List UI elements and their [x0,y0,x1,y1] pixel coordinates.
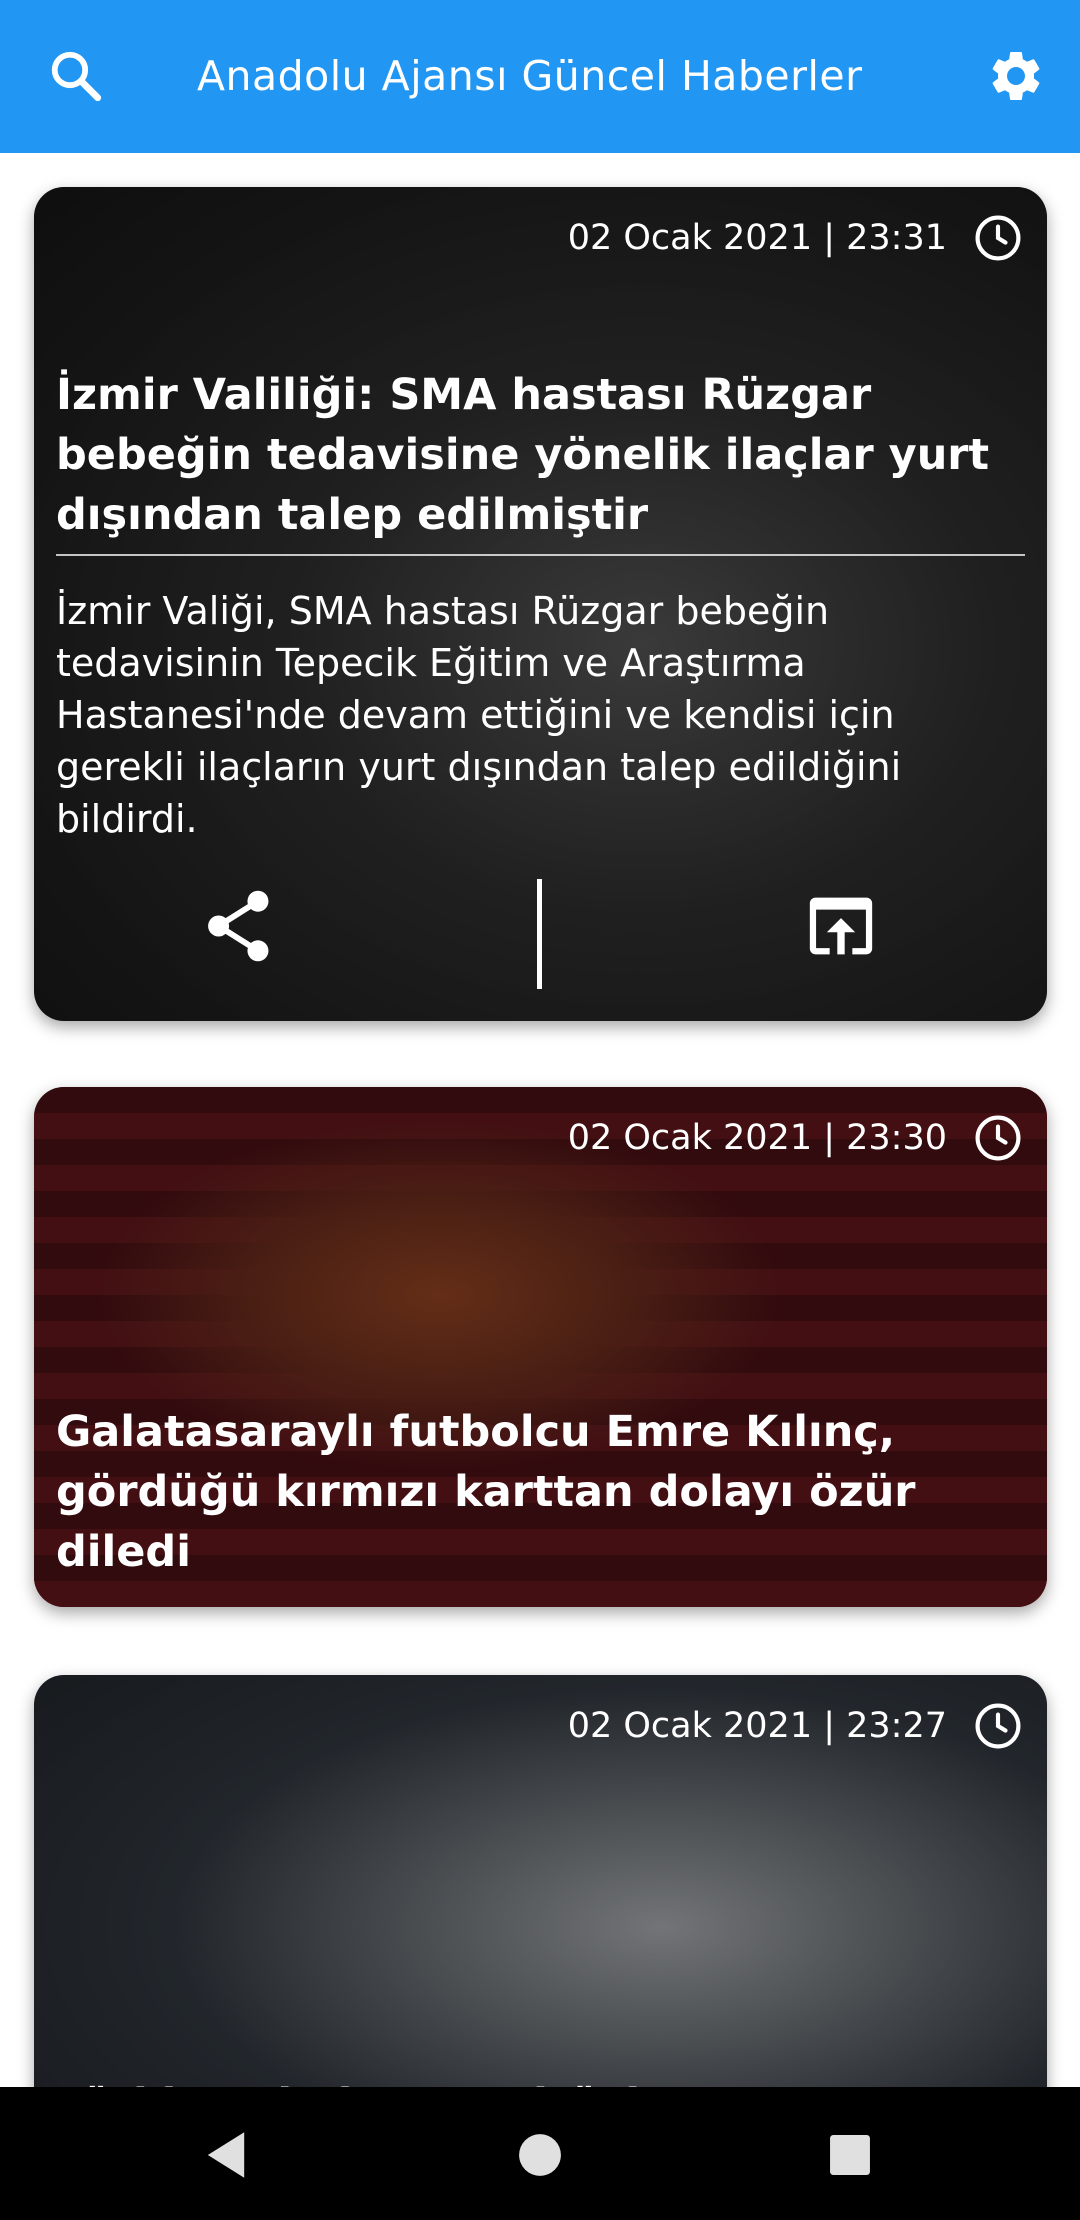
news-date-row: 02 Ocak 2021 | 23:31 [568,213,1023,263]
news-headline: Galatasaraylı futbolcu Emre Kılınç, görd… [56,1407,916,1577]
news-headline: İzmir Valiliği: SMA hastası Rüzgar bebeğ… [56,370,990,540]
home-button[interactable] [500,2115,580,2195]
news-headline: Türkiye'nin koronavirüsle mücadelesinde [56,2075,1025,2087]
search-button[interactable] [36,36,116,116]
news-date: 02 Ocak 2021 | 23:30 [567,1118,947,1158]
back-icon [207,2132,245,2178]
divider [56,554,1025,556]
news-summary: İzmir Valiği, SMA hastası Rüzgar bebeğin… [56,589,902,841]
home-icon [519,2134,561,2176]
share-button[interactable] [204,887,274,965]
card-actions [34,879,1047,989]
news-card[interactable]: 02 Ocak 2021 | 23:27 Türkiye'nin koronav… [34,1675,1047,2087]
open-in-browser-button[interactable] [806,891,876,961]
open-in-browser-icon [809,897,873,955]
news-date-row: 02 Ocak 2021 | 23:30 [568,1113,1023,1163]
news-card[interactable]: 02 Ocak 2021 | 23:30 Galatasaraylı futbo… [34,1087,1047,1607]
app-screen: Anadolu Ajansı Güncel Haberler 02 Ocak 2… [0,0,1080,2220]
share-icon [208,890,269,962]
action-separator [537,879,542,989]
system-nav-bar [0,2087,1080,2220]
news-date: 02 Ocak 2021 | 23:27 [567,1706,947,1746]
news-date-row: 02 Ocak 2021 | 23:27 [568,1701,1023,1751]
clock-icon [975,215,1021,261]
news-card[interactable]: 02 Ocak 2021 | 23:31 İzmir Valiliği: SMA… [34,187,1047,1021]
settings-icon [992,51,1040,100]
clock-icon [975,1115,1021,1161]
recents-button[interactable] [810,2115,890,2195]
back-button[interactable] [186,2115,266,2195]
news-date: 02 Ocak 2021 | 23:31 [567,218,947,258]
news-feed[interactable]: 02 Ocak 2021 | 23:31 İzmir Valiliği: SMA… [0,153,1080,2087]
app-bar: Anadolu Ajansı Güncel Haberler [0,0,1080,153]
app-title: Anadolu Ajansı Güncel Haberler [197,52,863,100]
clock-icon [975,1703,1021,1749]
settings-button[interactable] [976,36,1056,116]
search-icon [51,51,102,102]
recents-icon [830,2135,870,2175]
